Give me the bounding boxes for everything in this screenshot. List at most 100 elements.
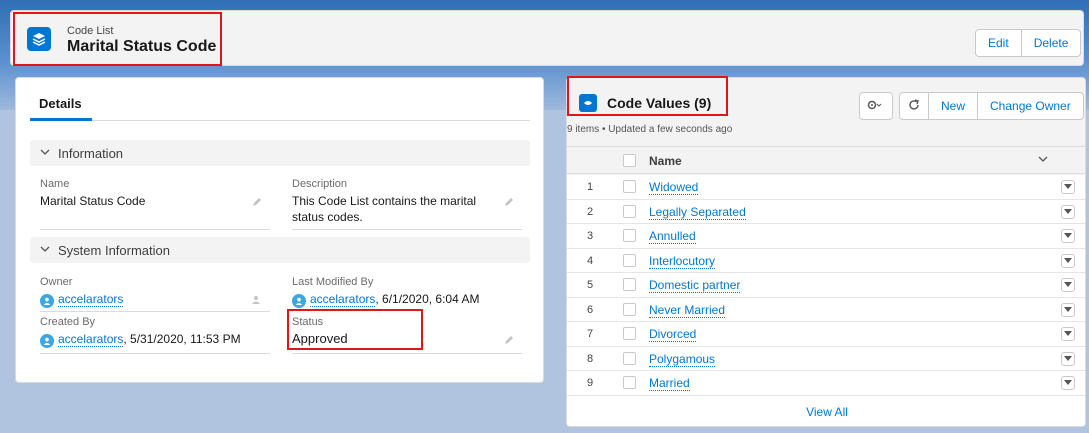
code-value-link[interactable]: Interlocutory [649,254,716,269]
row-number: 2 [587,205,594,218]
view-all-link[interactable]: View All [567,396,1085,426]
section-information-label: Information [58,145,124,161]
code-values-card: Code Values (9) 9 items • Updated a few … [566,77,1086,427]
row-number: 6 [587,303,594,316]
column-name-header[interactable]: Name [649,154,682,168]
row-number: 8 [587,352,594,365]
table-row[interactable]: 8 Polygamous [567,346,1085,371]
gear-icon [866,99,882,114]
chevron-down-icon [1064,233,1072,238]
row-checkbox[interactable] [623,204,636,218]
table-row[interactable]: 6 Never Married [567,297,1085,322]
code-value-link[interactable]: Widowed [649,180,699,195]
field-status: Status Approved [292,316,522,354]
code-value-link[interactable]: Married [649,376,690,391]
field-name: Name Marital Status Code [40,178,270,230]
table-row[interactable]: 4 Interlocutory [567,248,1085,273]
row-checkbox[interactable] [623,302,636,316]
row-checkbox[interactable] [623,180,636,193]
created-time: , 5/31/2020, 11:53 PM [123,332,241,346]
row-actions-dropdown[interactable] [1061,180,1075,194]
field-last-modified-label: Last Modified By [292,276,374,288]
row-checkbox[interactable] [623,376,636,389]
field-name-value: Marital Status Code [40,194,146,208]
row-checkbox[interactable] [623,327,636,340]
row-number: 5 [587,279,594,291]
row-checkbox[interactable] [623,253,636,267]
pencil-icon[interactable] [504,334,514,348]
code-values-actions: New Change Owner [899,92,1084,120]
chevron-down-icon [1064,355,1072,361]
field-owner: Owner accelarators [40,276,270,312]
row-actions-dropdown[interactable] [1061,278,1075,292]
owner-link[interactable]: accelarators [58,292,124,307]
row-checkbox[interactable] [623,351,636,365]
new-button[interactable]: New [929,92,979,120]
code-value-link[interactable]: Domestic partner [649,278,741,293]
change-owner-icon[interactable] [252,294,262,308]
avatar-icon [40,334,54,348]
select-all-checkbox[interactable] [623,154,636,167]
code-value-link[interactable]: Never Married [649,303,726,318]
code-value-link[interactable]: Annulled [649,229,696,244]
field-last-modified: Last Modified By accelarators, 6/1/2020,… [292,276,522,312]
field-divider [292,229,522,230]
table-header: Name [567,146,1085,174]
table-row[interactable]: 3 Annulled [567,224,1085,249]
last-modified-user-link[interactable]: accelarators [310,292,376,307]
refresh-button[interactable] [899,92,929,120]
row-number: 7 [587,328,594,340]
field-created-label: Created By [40,316,96,328]
code-value-link[interactable]: Divorced [649,327,697,342]
table-row[interactable]: 5 Domestic partner [567,273,1085,298]
chevron-down-icon [1064,282,1072,287]
edit-button[interactable]: Edit [975,29,1022,57]
field-created-by: Created By accelarators, 5/31/2020, 11:5… [40,316,270,354]
row-actions-dropdown[interactable] [1061,351,1075,366]
section-system-label: System Information [58,242,170,258]
field-description-value: This Code List contains the marital stat… [292,194,477,224]
code-value-link[interactable]: Polygamous [649,352,716,367]
table-row[interactable]: 7 Divorced [567,322,1085,347]
created-user-link[interactable]: accelarators [58,332,124,347]
delete-button[interactable]: Delete [1021,29,1082,57]
code-values-title[interactable]: Code Values (9) [607,95,711,111]
chevron-down-icon[interactable] [1037,153,1049,167]
field-description-label: Description [292,178,348,190]
refresh-icon [908,98,920,114]
object-type-label: Code List [67,25,114,37]
row-actions-dropdown[interactable] [1061,204,1075,219]
pencil-icon[interactable] [504,196,514,210]
chevron-down-icon [1064,306,1072,312]
chevron-down-icon [40,244,50,257]
pencil-icon[interactable] [252,196,262,210]
field-divider [40,311,270,312]
chevron-down-icon [1064,257,1072,263]
field-name-label: Name [40,178,70,190]
row-actions-dropdown[interactable] [1061,229,1075,243]
row-checkbox[interactable] [623,229,636,242]
table-row[interactable]: 2 Legally Separated [567,199,1085,224]
list-settings-button[interactable] [859,92,893,120]
row-actions-dropdown[interactable] [1061,253,1075,268]
field-description: Description This Code List contains the … [292,178,522,230]
row-checkbox[interactable] [623,278,636,291]
details-card: Details Information Name Marital Status … [15,77,544,383]
table-row[interactable]: 1 Widowed [567,175,1085,200]
row-number: 9 [587,377,594,389]
code-values-subtitle: 9 items • Updated a few seconds ago [567,124,733,135]
section-system-information[interactable]: System Information [30,237,530,263]
section-information[interactable]: Information [30,140,530,166]
avatar-icon [292,294,306,308]
row-actions-dropdown[interactable] [1061,302,1075,317]
row-actions-dropdown[interactable] [1061,327,1075,341]
field-divider [40,229,270,230]
chevron-down-icon [40,147,50,160]
code-value-link[interactable]: Legally Separated [649,205,746,220]
table-row[interactable]: 9 Married [567,371,1085,396]
row-actions-dropdown[interactable] [1061,376,1075,390]
change-owner-button[interactable]: Change Owner [978,92,1084,120]
chevron-down-icon [1064,184,1072,189]
tab-details[interactable]: Details [39,96,82,111]
tab-divider [30,120,530,121]
